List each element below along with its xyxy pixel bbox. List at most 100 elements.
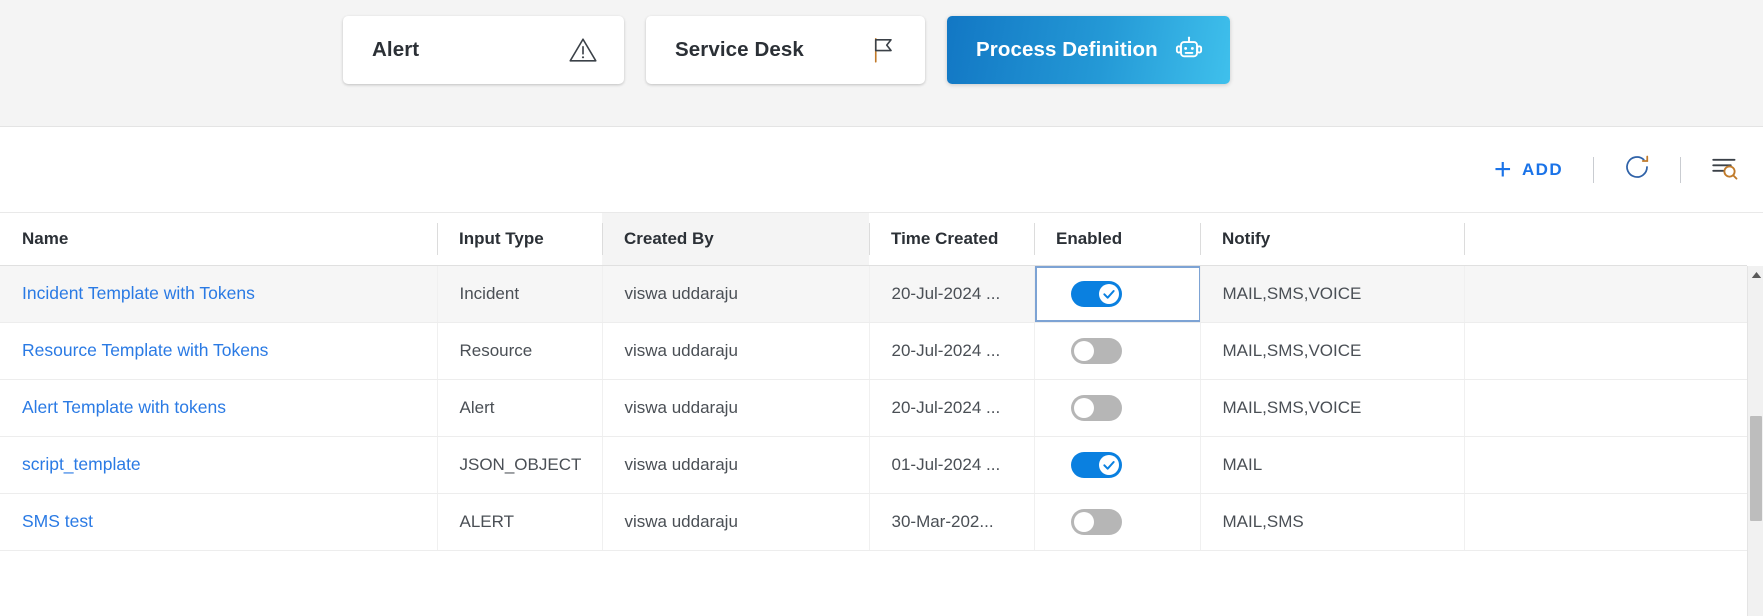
cell-enabled[interactable] bbox=[1034, 379, 1201, 437]
cell-created-by: viswa uddaraju bbox=[602, 322, 870, 380]
column-header-input-type[interactable]: Input Type bbox=[437, 213, 602, 266]
table-row[interactable]: Alert Template with tokens Alert viswa u… bbox=[0, 379, 1747, 437]
column-header-input-type-label: Input Type bbox=[459, 228, 544, 248]
column-header-name[interactable]: Name bbox=[0, 213, 437, 266]
cell-extra bbox=[1464, 379, 1747, 437]
column-divider bbox=[1464, 223, 1465, 255]
toggle-knob bbox=[1073, 397, 1094, 418]
column-header-time-created[interactable]: Time Created bbox=[869, 213, 1034, 266]
column-divider bbox=[869, 223, 870, 255]
column-divider bbox=[437, 223, 438, 255]
column-header-notify-label: Notify bbox=[1222, 228, 1271, 248]
cell-input-type: ALERT bbox=[437, 493, 603, 551]
card-process-definition-label: Process Definition bbox=[976, 38, 1158, 61]
cell-extra bbox=[1464, 436, 1747, 494]
template-link[interactable]: script_template bbox=[22, 454, 141, 474]
caret-up-icon bbox=[1751, 266, 1762, 284]
cell-time-created: 20-Jul-2024 ... bbox=[869, 265, 1035, 323]
cell-enabled[interactable] bbox=[1034, 493, 1201, 551]
cell-notify: MAIL,SMS,VOICE bbox=[1200, 322, 1465, 380]
add-button[interactable]: + ADD bbox=[1484, 149, 1573, 191]
cell-extra bbox=[1464, 265, 1747, 323]
column-header-enabled-label: Enabled bbox=[1056, 228, 1123, 248]
column-header-time-created-label: Time Created bbox=[891, 228, 999, 248]
template-link[interactable]: SMS test bbox=[22, 511, 93, 531]
template-link[interactable]: Alert Template with tokens bbox=[22, 397, 226, 417]
card-alert-label: Alert bbox=[372, 38, 420, 61]
enabled-toggle-wrapper[interactable] bbox=[1035, 437, 1200, 493]
grid-toolbar: + ADD bbox=[0, 127, 1763, 212]
template-link[interactable]: Resource Template with Tokens bbox=[22, 340, 268, 360]
cell-input-type: Incident bbox=[437, 265, 603, 323]
cell-created-by: viswa uddaraju bbox=[602, 493, 870, 551]
enabled-toggle-wrapper[interactable] bbox=[1035, 323, 1200, 379]
card-process-definition[interactable]: Process Definition bbox=[947, 16, 1230, 84]
template-link[interactable]: Incident Template with Tokens bbox=[22, 283, 255, 303]
column-header-created-by[interactable]: Created By bbox=[602, 213, 869, 266]
toolbar-divider bbox=[1593, 156, 1594, 183]
table-row[interactable]: Incident Template with Tokens Incident v… bbox=[0, 265, 1747, 323]
table-row[interactable]: script_template JSON_OBJECT viswa uddara… bbox=[0, 436, 1747, 494]
column-header-notify[interactable]: Notify bbox=[1200, 213, 1464, 266]
card-alert[interactable]: Alert bbox=[343, 16, 624, 84]
table-row[interactable]: Resource Template with Tokens Resource v… bbox=[0, 322, 1747, 380]
cell-name[interactable]: Alert Template with tokens bbox=[0, 379, 438, 437]
card-service-desk[interactable]: Service Desk bbox=[646, 16, 925, 84]
table-row[interactable]: SMS test ALERT viswa uddaraju 30-Mar-202… bbox=[0, 493, 1747, 551]
cell-notify: MAIL bbox=[1200, 436, 1465, 494]
toolbar-divider-2 bbox=[1680, 156, 1681, 183]
category-card-bar: Alert Service Desk Process Definition bbox=[0, 0, 1763, 127]
cell-name[interactable]: Incident Template with Tokens bbox=[0, 265, 438, 323]
cell-created-by: viswa uddaraju bbox=[602, 265, 870, 323]
enabled-toggle[interactable] bbox=[1070, 508, 1122, 535]
cell-extra bbox=[1464, 322, 1747, 380]
cell-time-created: 01-Jul-2024 ... bbox=[869, 436, 1035, 494]
category-cards: Alert Service Desk Process Definition bbox=[0, 0, 1763, 84]
enabled-toggle-wrapper[interactable] bbox=[1035, 494, 1200, 550]
templates-table: Name Input Type Created By Time Created … bbox=[0, 213, 1747, 551]
cell-notify: MAIL,SMS,VOICE bbox=[1200, 265, 1465, 323]
cell-name[interactable]: Resource Template with Tokens bbox=[0, 322, 438, 380]
column-header-name-label: Name bbox=[22, 228, 69, 248]
enabled-toggle-wrapper[interactable] bbox=[1035, 380, 1200, 436]
cell-enabled[interactable] bbox=[1034, 322, 1201, 380]
column-header-extra[interactable] bbox=[1464, 213, 1747, 266]
toggle-knob bbox=[1098, 283, 1119, 304]
cell-extra bbox=[1464, 493, 1747, 551]
toggle-knob bbox=[1073, 511, 1094, 532]
cell-created-by: viswa uddaraju bbox=[602, 379, 870, 437]
refresh-icon bbox=[1622, 152, 1652, 187]
toggle-knob bbox=[1073, 340, 1094, 361]
templates-table-container: Name Input Type Created By Time Created … bbox=[0, 212, 1763, 616]
cell-input-type: Resource bbox=[437, 322, 603, 380]
cell-time-created: 20-Jul-2024 ... bbox=[869, 379, 1035, 437]
table-vertical-scrollbar[interactable] bbox=[1747, 266, 1763, 616]
cell-created-by: viswa uddaraju bbox=[602, 436, 870, 494]
column-header-enabled[interactable]: Enabled bbox=[1034, 213, 1200, 266]
filter-search-button[interactable] bbox=[1701, 148, 1747, 191]
cell-input-type: JSON_OBJECT bbox=[437, 436, 603, 494]
filter-search-icon bbox=[1709, 152, 1739, 187]
flag-icon bbox=[869, 35, 899, 65]
scroll-up-button[interactable] bbox=[1748, 266, 1763, 284]
cell-enabled[interactable] bbox=[1034, 265, 1201, 323]
refresh-button[interactable] bbox=[1614, 148, 1660, 191]
cell-time-created: 20-Jul-2024 ... bbox=[869, 322, 1035, 380]
cell-name[interactable]: script_template bbox=[0, 436, 438, 494]
enabled-toggle[interactable] bbox=[1070, 394, 1122, 421]
cell-name[interactable]: SMS test bbox=[0, 493, 438, 551]
enabled-toggle[interactable] bbox=[1070, 451, 1122, 478]
enabled-toggle-wrapper[interactable] bbox=[1034, 265, 1199, 321]
cell-enabled[interactable] bbox=[1034, 436, 1201, 494]
cell-input-type: Alert bbox=[437, 379, 603, 437]
plus-icon: + bbox=[1494, 152, 1513, 186]
enabled-toggle[interactable] bbox=[1070, 280, 1122, 307]
toggle-knob bbox=[1098, 454, 1119, 475]
scrollbar-thumb[interactable] bbox=[1750, 416, 1762, 521]
warning-triangle-icon bbox=[568, 35, 598, 65]
enabled-toggle[interactable] bbox=[1070, 337, 1122, 364]
cell-time-created: 30-Mar-202... bbox=[869, 493, 1035, 551]
table-header-row: Name Input Type Created By Time Created … bbox=[0, 213, 1747, 266]
robot-icon bbox=[1174, 35, 1204, 65]
add-button-label: ADD bbox=[1521, 159, 1563, 179]
